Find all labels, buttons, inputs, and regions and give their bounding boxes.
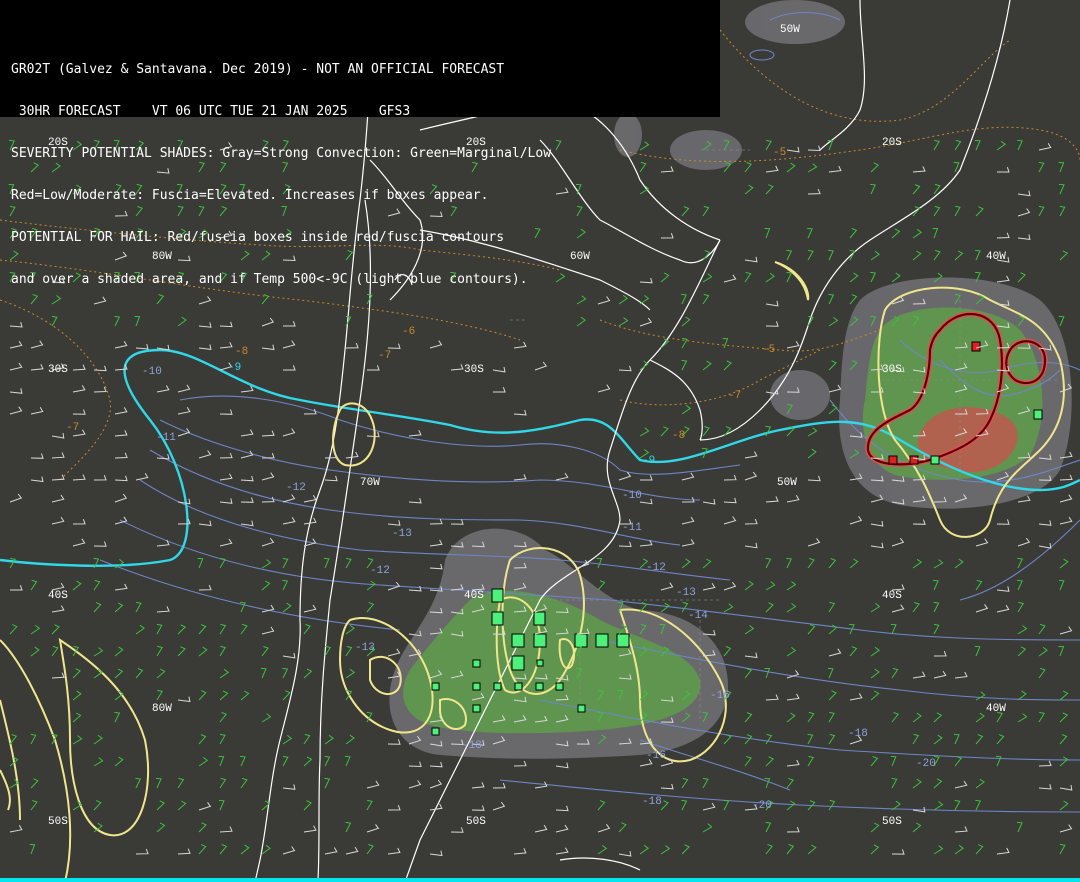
lon-40w-top: 40W	[986, 251, 1006, 263]
forecast-header: GR02T (Galvez & Santavana. Dec 2019) - N…	[0, 0, 720, 287]
label-m6: -6	[402, 326, 415, 338]
lat-40s-left: 40S	[48, 590, 68, 602]
label-m11-a: -11	[156, 432, 176, 444]
header-severity-legend-2: Red=Low/Moderate: Fuscia=Elevated. Incre…	[11, 188, 489, 203]
label-m16-b: -16	[646, 750, 666, 762]
lat-50s-right: 50S	[882, 816, 902, 828]
label-m7-a: -7	[378, 350, 391, 362]
lat-30s-mid: 30S	[464, 364, 484, 376]
label-m5-a: -5	[773, 147, 786, 159]
label-m12-a: -12	[286, 482, 306, 494]
label-m8: -8	[235, 346, 248, 358]
label-m18-c: -18	[848, 728, 868, 740]
label-m7-c: -7	[728, 390, 741, 402]
label-orange-m8: -8	[672, 430, 685, 442]
label-m20-a: -20	[916, 758, 936, 770]
lat-30s-right: 30S	[882, 364, 902, 376]
label-m18-a: -18	[462, 740, 482, 752]
label-m20-b: -20	[752, 800, 772, 812]
label-m13-a: -13	[392, 528, 412, 540]
lat-50s-left: 50S	[48, 816, 68, 828]
label-m9-a: -9	[228, 362, 241, 374]
header-severity-legend: SEVERITY POTENTIAL SHADES: Gray=Strong C…	[11, 146, 552, 161]
label-m11-b: -11	[622, 522, 642, 534]
label-m7-b: -7	[66, 422, 79, 434]
label-m14: -14	[688, 610, 708, 622]
header-forecast-time: 30HR FORECAST VT 06 UTC TUE 21 JAN 2025 …	[11, 104, 411, 119]
lat-50s-mid: 50S	[466, 816, 486, 828]
label-m10-a: -10	[142, 366, 162, 378]
lon-80w-bottom: 80W	[152, 703, 172, 715]
label-m13-b: -13	[676, 587, 696, 599]
lat-40s-right: 40S	[882, 590, 902, 602]
lon-50w-top: 50W	[780, 24, 800, 36]
lat-20s-right: 20S	[882, 137, 902, 149]
label-m16-a: -16	[710, 690, 730, 702]
label-m12-b: -12	[370, 565, 390, 577]
header-hail-legend-2: and over a shaded area, and if Temp 500<…	[11, 272, 528, 287]
header-hail-legend: POTENTIAL FOR HAIL: Red/fuscia boxes ins…	[11, 230, 505, 245]
label-m13-c: -13	[355, 642, 375, 654]
label-m18-b: -18	[642, 796, 662, 808]
bottom-border	[0, 878, 1080, 882]
lat-40s-mid: 40S	[464, 590, 484, 602]
label-m10-b: -10	[622, 490, 642, 502]
header-title: GR02T (Galvez & Santavana. Dec 2019) - N…	[11, 62, 505, 77]
label-m9-b: -9	[642, 455, 655, 467]
lon-40w-bottom: 40W	[986, 703, 1006, 715]
label-m12-c: -12	[646, 562, 666, 574]
lat-30s-left: 30S	[48, 364, 68, 376]
label-m5-b: -5	[762, 344, 775, 356]
lon-50w-mid: 50W	[777, 477, 797, 489]
lon-70w: 70W	[360, 477, 380, 489]
